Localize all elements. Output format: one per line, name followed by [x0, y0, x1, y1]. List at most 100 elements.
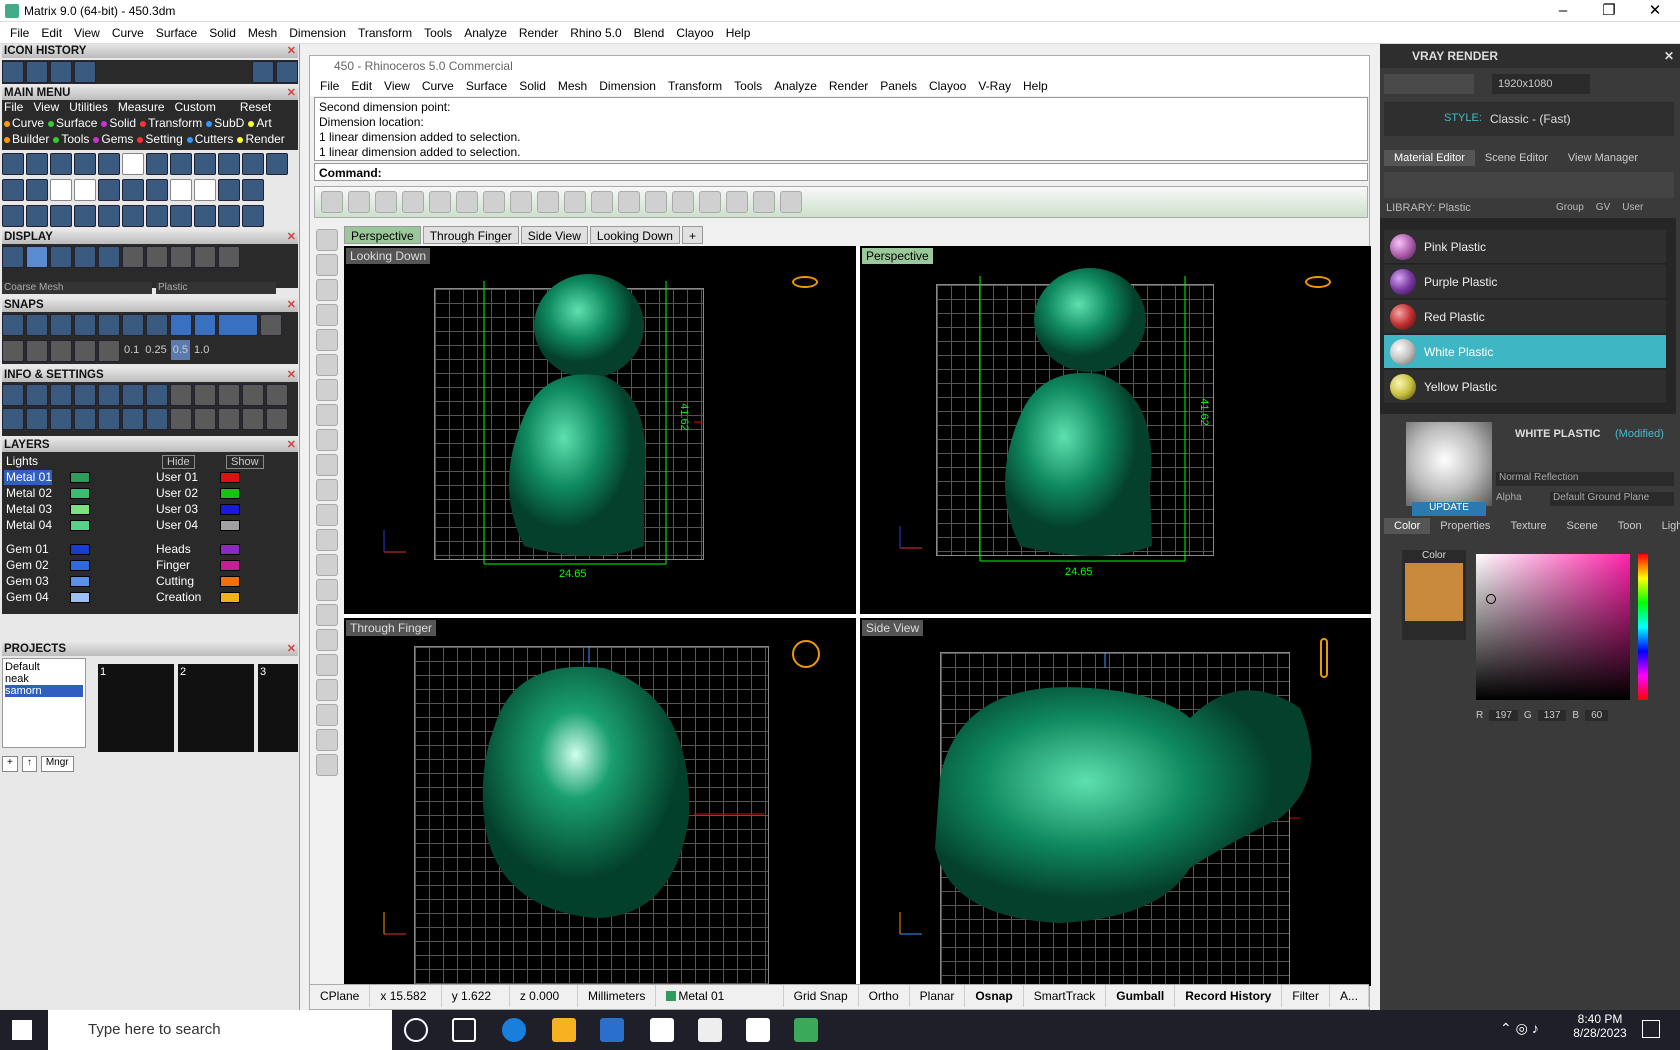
- layer-color-swatch[interactable]: [220, 544, 240, 555]
- color-swatch[interactable]: [1405, 563, 1463, 621]
- rmenu-dimension[interactable]: Dimension: [593, 79, 662, 93]
- layer-gem-03[interactable]: Gem 03: [4, 574, 49, 589]
- layer-gem-01[interactable]: Gem 01: [4, 542, 49, 557]
- mm-gems[interactable]: Gems: [93, 132, 133, 148]
- status-grid-snap[interactable]: Grid Snap: [784, 984, 859, 1007]
- transform-icon[interactable]: [316, 654, 338, 676]
- status-layer[interactable]: Metal 01: [656, 984, 784, 1007]
- mm-view[interactable]: View: [33, 100, 59, 116]
- gear-icon[interactable]: [74, 61, 96, 83]
- rmenu-help[interactable]: Help: [1017, 79, 1054, 93]
- menu-render[interactable]: Render: [513, 26, 564, 40]
- project-thumb[interactable]: 2: [178, 664, 254, 752]
- tab-scene-editor[interactable]: Scene Editor: [1475, 150, 1558, 166]
- line-icon[interactable]: [316, 279, 338, 301]
- notification-icon[interactable]: [1642, 1020, 1660, 1038]
- edge-icon[interactable]: [502, 1018, 526, 1042]
- file-explorer-icon[interactable]: [552, 1018, 576, 1042]
- rmenu-view[interactable]: View: [378, 79, 416, 93]
- polygon-icon[interactable]: [316, 429, 338, 451]
- layer-color-swatch[interactable]: [220, 488, 240, 499]
- grid-icon[interactable]: [726, 191, 748, 213]
- fillet-icon[interactable]: [316, 479, 338, 501]
- layer-color-swatch[interactable]: [220, 560, 240, 571]
- layer-color-swatch[interactable]: [70, 592, 90, 603]
- layout-icon[interactable]: [672, 191, 694, 213]
- mm-custom[interactable]: Custom: [175, 100, 216, 116]
- snap-value-3[interactable]: 0.5: [170, 340, 191, 360]
- tab-through-finger[interactable]: Through Finger: [422, 226, 519, 244]
- picker-cursor[interactable]: [1486, 594, 1496, 604]
- project-thumb[interactable]: 3: [258, 664, 298, 752]
- status-ortho[interactable]: Ortho: [859, 984, 910, 1007]
- tab-scene[interactable]: Scene: [1557, 518, 1608, 534]
- render-icon[interactable]: [316, 729, 338, 751]
- status-record-history[interactable]: Record History: [1175, 984, 1283, 1007]
- rmenu-vray[interactable]: V-Ray: [972, 79, 1017, 93]
- layer-color-swatch[interactable]: [220, 520, 240, 531]
- box-icon[interactable]: [316, 529, 338, 551]
- mm-cutters[interactable]: Cutters: [186, 132, 233, 148]
- mm-utilities[interactable]: Utilities: [69, 100, 108, 116]
- menu-edit[interactable]: Edit: [35, 26, 68, 40]
- status-cplane[interactable]: CPlane: [310, 984, 371, 1007]
- tab-color[interactable]: Color: [1384, 518, 1431, 534]
- up-project-button[interactable]: ↑: [21, 756, 37, 772]
- status-more[interactable]: A...: [1330, 984, 1369, 1007]
- menu-mesh[interactable]: Mesh: [242, 26, 283, 40]
- circle-icon[interactable]: [375, 191, 397, 213]
- menu-help[interactable]: Help: [720, 26, 757, 40]
- tab-texture[interactable]: Texture: [1500, 518, 1556, 534]
- green-value[interactable]: 137: [1537, 710, 1567, 721]
- scale-icon[interactable]: [50, 61, 72, 83]
- menu-solid[interactable]: Solid: [203, 26, 242, 40]
- mm-art[interactable]: Art: [248, 116, 272, 132]
- menu-clayoo[interactable]: Clayoo: [670, 26, 719, 40]
- close-icon[interactable]: ✕: [287, 86, 296, 100]
- curve-icon[interactable]: [316, 454, 338, 476]
- mm-reset[interactable]: Reset: [240, 100, 271, 116]
- reflection-select[interactable]: Normal Reflection: [1496, 472, 1674, 486]
- red-value[interactable]: 197: [1489, 710, 1518, 721]
- snap-value-2[interactable]: 0.25: [143, 340, 168, 360]
- surface-icon[interactable]: [456, 191, 478, 213]
- dimension-icon[interactable]: [316, 679, 338, 701]
- layer-metal-03[interactable]: Metal 03: [4, 502, 52, 517]
- rectangle-icon[interactable]: [316, 404, 338, 426]
- layer-color-swatch[interactable]: [70, 504, 90, 515]
- material-item[interactable]: Purple Plastic: [1384, 265, 1666, 299]
- rmenu-mesh[interactable]: Mesh: [552, 79, 593, 93]
- group-toggle[interactable]: Group: [1556, 202, 1584, 213]
- polyline-icon[interactable]: [348, 191, 370, 213]
- layer-user-03[interactable]: User 03: [154, 502, 198, 517]
- layer-user-02[interactable]: User 02: [154, 486, 198, 501]
- tab-perspective[interactable]: Perspective: [344, 226, 421, 244]
- layer-color-swatch[interactable]: [70, 488, 90, 499]
- update-button[interactable]: UPDATE: [1412, 502, 1486, 516]
- text-icon[interactable]: [316, 754, 338, 776]
- layer-finger[interactable]: Finger: [154, 558, 190, 573]
- blue-value[interactable]: 60: [1585, 710, 1609, 721]
- polyline-icon[interactable]: [316, 304, 338, 326]
- mm-file[interactable]: File: [4, 100, 23, 116]
- matrix-icon[interactable]: [26, 61, 48, 83]
- rmenu-solid[interactable]: Solid: [513, 79, 552, 93]
- tab-side-view[interactable]: Side View: [520, 226, 588, 244]
- material-item[interactable]: Red Plastic: [1384, 300, 1666, 334]
- close-icon[interactable]: ✕: [287, 44, 296, 58]
- menu-curve[interactable]: Curve: [106, 26, 150, 40]
- minimize-button[interactable]: –: [1540, 0, 1586, 22]
- layer-color-swatch[interactable]: [70, 560, 90, 571]
- close-icon[interactable]: ✕: [287, 298, 296, 312]
- layer-color-swatch[interactable]: [70, 576, 90, 587]
- menu-blend[interactable]: Blend: [628, 26, 671, 40]
- store-icon[interactable]: [600, 1018, 624, 1042]
- layer-user-04[interactable]: User 04: [154, 518, 198, 533]
- mm-solid[interactable]: Solid: [101, 116, 136, 132]
- layer-color-swatch[interactable]: [220, 592, 240, 603]
- layer-color-swatch[interactable]: [70, 472, 90, 483]
- cortana-icon[interactable]: [404, 1018, 428, 1042]
- rhino-icon[interactable]: [698, 1018, 722, 1042]
- cylinder-icon[interactable]: [510, 191, 532, 213]
- add-tab-button[interactable]: +: [681, 226, 703, 244]
